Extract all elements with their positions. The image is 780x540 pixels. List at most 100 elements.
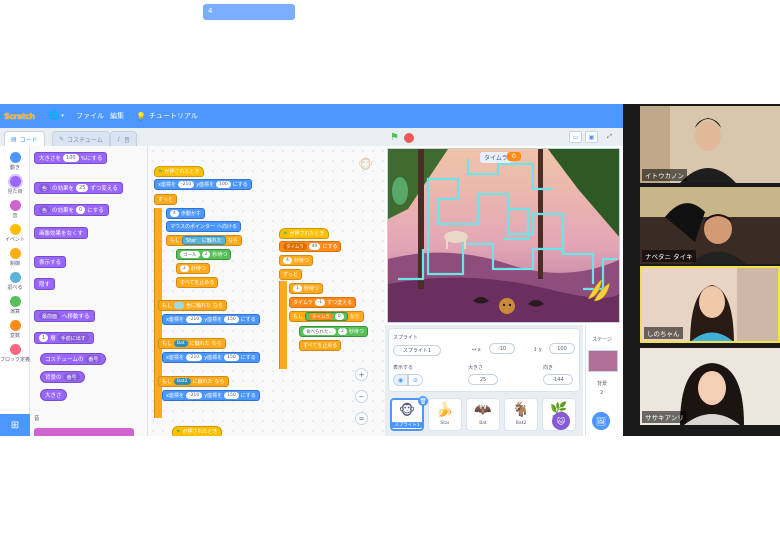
zoom-out-button[interactable]: − bbox=[355, 390, 368, 403]
point-towards-block[interactable]: マウスのポインター へ向ける bbox=[166, 221, 242, 232]
when-flag-clicked-block-3[interactable]: ⚑ が押されたとき bbox=[172, 426, 222, 436]
block-input[interactable]: -1 bbox=[314, 299, 326, 306]
category-variables[interactable]: 変数 bbox=[0, 320, 30, 339]
block-input[interactable]: -210 bbox=[185, 316, 203, 323]
block-dropdown[interactable]: タイムラ bbox=[283, 243, 307, 250]
block-dropdown[interactable]: 色 bbox=[39, 206, 51, 214]
fullscreen-button[interactable]: ⤢ bbox=[603, 131, 616, 143]
block-input[interactable]: ゴール bbox=[180, 251, 200, 258]
say-eaten-block[interactable]: 食べられた… 2 秒待つ bbox=[299, 326, 368, 337]
go-to-xy-block[interactable]: x座標を -210 y座標を 100 にする bbox=[154, 179, 252, 190]
block-input[interactable]: -210 bbox=[185, 354, 203, 361]
scratch-logo[interactable]: Scratch bbox=[4, 104, 42, 128]
palette-set-size-block[interactable]: 大きさを 100 %にする bbox=[34, 152, 108, 164]
block-dropdown[interactable]: 最前面 bbox=[39, 312, 61, 320]
block-input[interactable]: 25 bbox=[76, 184, 89, 192]
palette-change-effect-block[interactable]: 色 の効果を 25 ずつ変える bbox=[34, 182, 123, 194]
palette-costume-reporter[interactable]: コスチュームの 番号 bbox=[40, 353, 107, 365]
stage-backdrop-thumb[interactable] bbox=[588, 350, 618, 372]
touching-sensor[interactable]: Star に触れた bbox=[182, 236, 226, 245]
block-input[interactable]: 2 bbox=[338, 328, 347, 335]
project-title-input[interactable]: 4 bbox=[203, 4, 295, 20]
palette-go-to-front-block[interactable]: 最前面 へ移動する bbox=[34, 310, 95, 322]
block-dropdown[interactable]: Star bbox=[186, 238, 196, 244]
zoom-reset-button[interactable]: = bbox=[355, 412, 368, 425]
wait-block-2[interactable]: 4 秒待つ bbox=[279, 255, 313, 266]
block-input[interactable]: 4 bbox=[283, 257, 292, 264]
edit-menu[interactable]: 編集 bbox=[110, 104, 124, 128]
language-menu[interactable]: 🌐 ▾ bbox=[48, 104, 64, 128]
block-input[interactable]: 食べられた… bbox=[303, 328, 336, 335]
palette-backdrop-reporter[interactable]: 背景の 番号 bbox=[40, 371, 85, 383]
palette-show-block[interactable]: 表示する bbox=[34, 256, 67, 268]
block-input[interactable]: 1 bbox=[293, 285, 302, 292]
show-sprite-button[interactable]: ◉ bbox=[393, 374, 408, 386]
code-area[interactable]: ⚑ が押されたとき x座標を -210 y座標を 100 にする ずっと 4 歩動か… bbox=[148, 146, 385, 436]
large-stage-button[interactable]: ▣ bbox=[585, 131, 598, 143]
choose-backdrop-button[interactable]: 🖼 bbox=[592, 412, 610, 430]
category-operators[interactable]: 演算 bbox=[0, 296, 30, 315]
when-flag-clicked-block[interactable]: ⚑ が押されたとき bbox=[154, 166, 204, 177]
wait-block[interactable]: 2 秒待つ bbox=[176, 263, 210, 274]
tab-costumes[interactable]: ✎ コスチューム bbox=[52, 131, 110, 146]
category-motion[interactable]: 動き bbox=[0, 152, 30, 171]
block-dropdown[interactable]: Bat bbox=[174, 340, 188, 347]
stop-all-block[interactable]: すべてを止める bbox=[176, 277, 219, 288]
forever-block[interactable]: ずっと bbox=[154, 194, 178, 205]
if-touching-color-block[interactable]: もし 色に触れた なら bbox=[158, 300, 228, 311]
block-dropdown[interactable]: タイムラ bbox=[293, 299, 313, 306]
change-timer-block[interactable]: タイムラ -1 ずつ変える bbox=[289, 297, 357, 308]
stop-all-block-2[interactable]: すべてを止める bbox=[299, 340, 342, 351]
palette-hide-block[interactable]: 隠す bbox=[34, 278, 56, 290]
block-input[interactable]: 150 bbox=[224, 392, 239, 399]
block-input[interactable]: 2 bbox=[201, 251, 211, 258]
block-input[interactable]: 40 bbox=[308, 243, 321, 250]
category-my-blocks[interactable]: ブロック定義 bbox=[0, 344, 30, 363]
if-timer-zero-block[interactable]: もし タイムラ 0 なら bbox=[289, 311, 364, 322]
category-events[interactable]: イベント bbox=[0, 224, 30, 243]
sprite-name-input[interactable]: スプライト1 bbox=[393, 345, 441, 356]
block-dropdown[interactable]: 手前に出す bbox=[57, 334, 89, 342]
reset-position-block-2[interactable]: x座標を -210 y座標を 150 にする bbox=[162, 352, 260, 363]
stop-button[interactable] bbox=[404, 133, 414, 143]
block-input[interactable]: 2 bbox=[180, 265, 189, 272]
reset-position-block-3[interactable]: x座標を -210 y座標を 150 にする bbox=[162, 390, 260, 401]
y-position-input[interactable]: 100 bbox=[549, 343, 575, 354]
if-touching-star-block[interactable]: もし Star に触れた なら bbox=[166, 235, 242, 246]
video-tile-4[interactable]: ササキアンリ bbox=[640, 348, 780, 425]
palette-set-effect-block[interactable]: 色 の効果を 0 にする bbox=[34, 204, 109, 216]
say-goal-block[interactable]: ゴール 2 秒待つ bbox=[176, 249, 232, 260]
reset-position-block-1[interactable]: x座標を -210 y座標を 150 にする bbox=[162, 314, 260, 325]
forever-block-2[interactable]: ずっと bbox=[279, 269, 303, 280]
block-dropdown[interactable]: 番号 bbox=[85, 355, 102, 363]
block-input[interactable]: 150 bbox=[224, 354, 239, 361]
if-touching-bat-block[interactable]: もし Bat に触れた なら bbox=[158, 338, 226, 349]
block-input[interactable]: 0 bbox=[334, 313, 344, 320]
palette-clear-effects-block[interactable]: 画像効果をなくす bbox=[34, 227, 89, 239]
delete-sprite-button[interactable]: 🗑 bbox=[418, 396, 428, 406]
block-input[interactable]: タイムラ bbox=[309, 313, 333, 320]
block-input[interactable]: 100 bbox=[216, 181, 231, 188]
palette-size-reporter[interactable]: 大きさ bbox=[40, 389, 67, 401]
block-dropdown[interactable]: Bat2 bbox=[174, 378, 191, 385]
block-input[interactable]: 1 bbox=[39, 334, 49, 342]
add-extension-button[interactable]: ⊞ bbox=[0, 414, 30, 436]
sprite-thumb-star[interactable]: 🍌 Star bbox=[428, 398, 462, 431]
sprite-thumb-bat2[interactable]: 🐐 Bat2 bbox=[504, 398, 538, 431]
category-sensing[interactable]: 調べる bbox=[0, 272, 30, 291]
hide-sprite-button[interactable]: ⊘ bbox=[408, 374, 423, 386]
green-flag-button[interactable]: ⚑ bbox=[390, 132, 401, 143]
block-input[interactable]: -210 bbox=[185, 392, 203, 399]
category-control[interactable]: 制御 bbox=[0, 248, 30, 267]
block-input[interactable]: -210 bbox=[177, 181, 195, 188]
block-dropdown[interactable]: 色 bbox=[39, 184, 51, 192]
tutorials-menu[interactable]: 💡 チュートリアル bbox=[136, 104, 198, 128]
palette-sound-block[interactable] bbox=[34, 428, 134, 436]
stage-canvas[interactable] bbox=[387, 148, 620, 323]
category-sound[interactable]: 音 bbox=[0, 200, 30, 219]
if-touching-bat2-block[interactable]: もし Bat2 に触れた なら bbox=[158, 376, 229, 387]
block-input[interactable]: 4 bbox=[170, 210, 179, 217]
block-dropdown[interactable]: 番号 bbox=[63, 373, 80, 381]
size-input[interactable]: 25 bbox=[468, 374, 498, 385]
tab-sounds[interactable]: ♪ 音 bbox=[110, 131, 137, 146]
